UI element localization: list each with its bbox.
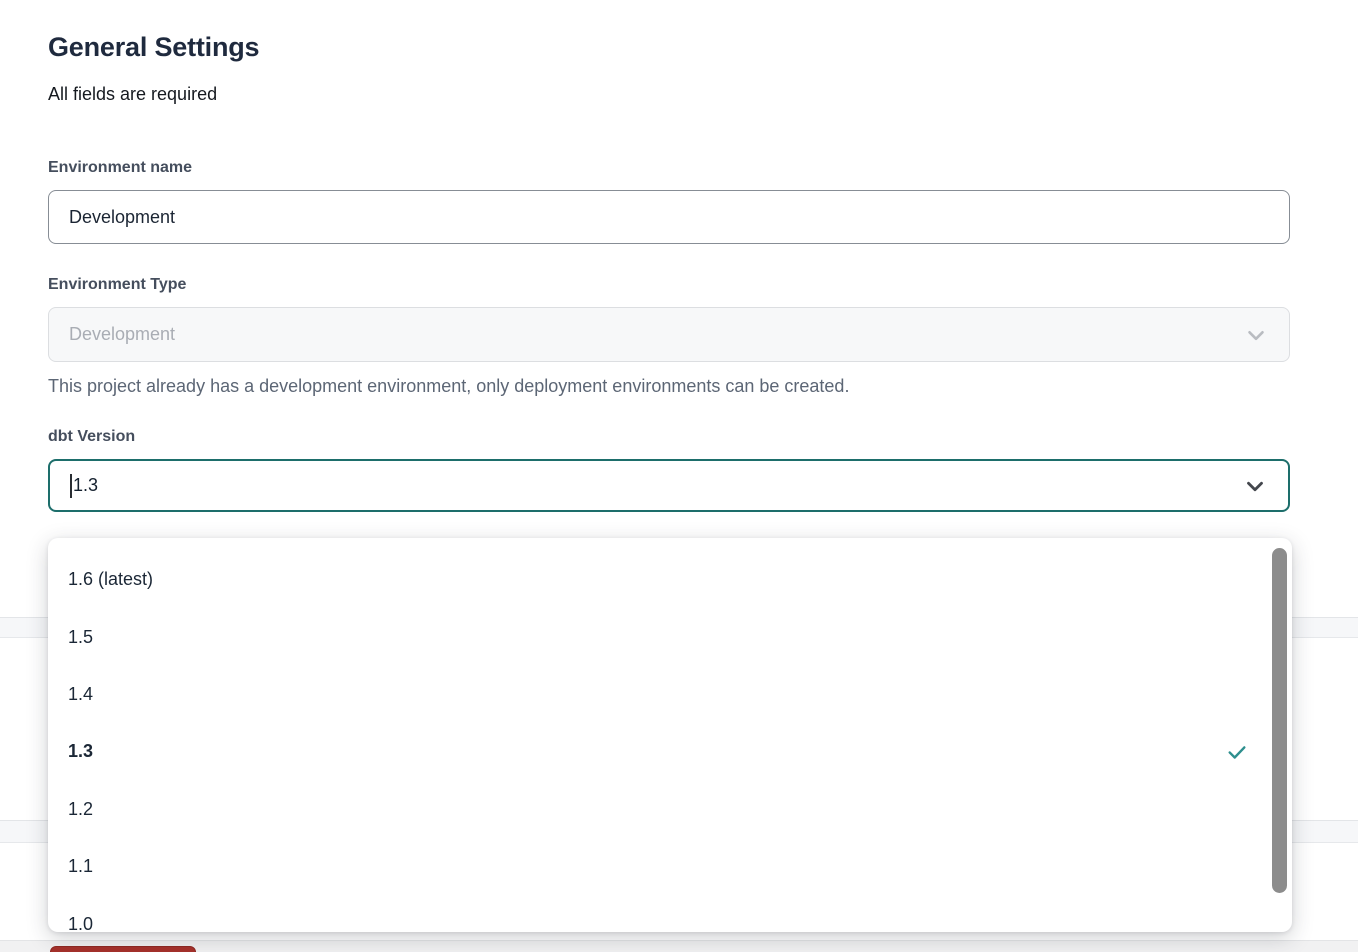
- text-cursor: [70, 474, 72, 498]
- page-title: General Settings: [48, 32, 1290, 63]
- option-label: 1.6 (latest): [68, 569, 153, 590]
- dbt-version-label: dbt Version: [48, 427, 1290, 447]
- general-settings-form: General Settings All fields are required…: [48, 0, 1290, 512]
- environment-type-select: Development: [48, 307, 1290, 362]
- dropdown-option-1-6[interactable]: 1.6 (latest): [48, 551, 1292, 608]
- chevron-down-icon: [1243, 322, 1269, 348]
- dropdown-option-1-3-selected[interactable]: 1.3: [48, 723, 1292, 780]
- environment-type-helper-text: This project already has a development e…: [48, 376, 1290, 397]
- dropdown-option-1-4[interactable]: 1.4: [48, 666, 1292, 723]
- dbt-version-dropdown-menu: 1.6 (latest) 1.5 1.4 1.3 1.2 1.1 1.0: [48, 538, 1292, 932]
- dropdown-scrollbar[interactable]: [1272, 548, 1287, 893]
- dropdown-option-1-1[interactable]: 1.1: [48, 838, 1292, 895]
- option-label: 1.4: [68, 684, 93, 705]
- dropdown-option-1-0[interactable]: 1.0: [48, 895, 1292, 932]
- option-label: 1.2: [68, 799, 93, 820]
- environment-type-value: Development: [69, 324, 175, 345]
- check-icon: [1226, 741, 1248, 763]
- dbt-version-value: 1.3: [73, 475, 98, 496]
- delete-environment-button[interactable]: [50, 946, 196, 952]
- page-footer-strip: [0, 940, 1358, 952]
- option-label: 1.0: [68, 914, 93, 932]
- option-label: 1.1: [68, 856, 93, 877]
- environment-name-label: Environment name: [48, 158, 1290, 178]
- chevron-down-icon: [1242, 473, 1268, 499]
- environment-type-label: Environment Type: [48, 275, 1290, 295]
- environment-name-input[interactable]: [48, 190, 1290, 244]
- dropdown-option-1-5[interactable]: 1.5: [48, 608, 1292, 665]
- option-label: 1.5: [68, 627, 93, 648]
- dbt-version-combobox[interactable]: 1.3: [48, 459, 1290, 512]
- option-label: 1.3: [68, 741, 93, 762]
- page-subtitle: All fields are required: [48, 84, 1290, 105]
- dropdown-option-1-2[interactable]: 1.2: [48, 781, 1292, 838]
